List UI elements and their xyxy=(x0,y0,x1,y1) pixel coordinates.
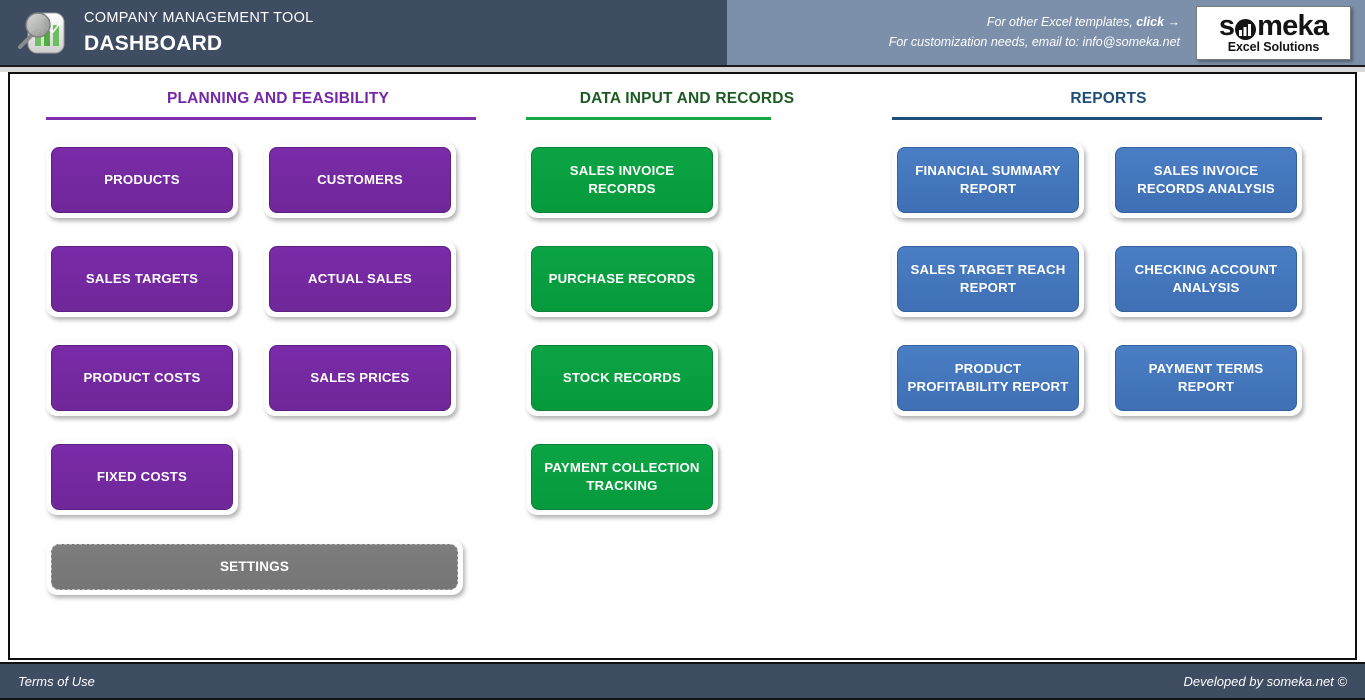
button-products[interactable]: PRODUCTS xyxy=(46,142,238,218)
button-checking-account-analysis-label: CHECKING ACCOUNT ANALYSIS xyxy=(1115,246,1297,312)
promo-text: For other Excel templates, click → For c… xyxy=(889,13,1180,52)
button-financial-summary-report[interactable]: FINANCIAL SUMMARY REPORT xyxy=(892,142,1084,218)
app-footer: Terms of Use Developed by someka.net © xyxy=(0,662,1365,700)
button-purchase-records-label: PURCHASE RECORDS xyxy=(531,246,713,312)
button-customers-label: CUSTOMERS xyxy=(269,147,451,213)
button-sales-invoice-records[interactable]: SALES INVOICE RECORDS xyxy=(526,142,718,218)
bar-chart-inside-letter-o-icon xyxy=(1235,19,1256,40)
button-settings[interactable]: SETTINGS xyxy=(46,539,463,595)
button-row: STOCK RECORDS xyxy=(526,340,848,416)
button-actual-sales[interactable]: ACTUAL SALES xyxy=(264,241,456,317)
button-product-profitability-report-label: PRODUCT PROFITABILITY REPORT xyxy=(897,345,1079,411)
button-row: PURCHASE RECORDS xyxy=(526,241,848,317)
button-payment-collection-tracking[interactable]: PAYMENT COLLECTION TRACKING xyxy=(526,439,718,515)
button-row: PRODUCT COSTS SALES PRICES xyxy=(46,340,510,416)
column-heading-planning: PLANNING AND FEASIBILITY xyxy=(46,90,510,117)
magnifier-bar-chart-icon xyxy=(14,6,68,60)
button-purchase-records[interactable]: PURCHASE RECORDS xyxy=(526,241,718,317)
button-sales-targets-label: SALES TARGETS xyxy=(51,246,233,312)
column-data-input-and-records: DATA INPUT AND RECORDS SALES INVOICE REC… xyxy=(510,90,848,658)
main-panel: PLANNING AND FEASIBILITY PRODUCTS CUSTOM… xyxy=(8,72,1357,660)
button-row: PRODUCTS CUSTOMERS xyxy=(46,142,510,218)
button-sales-prices-label: SALES PRICES xyxy=(269,345,451,411)
header-right-section: For other Excel templates, click → For c… xyxy=(727,0,1365,65)
button-sales-target-reach-report-label: SALES TARGET REACH REPORT xyxy=(897,246,1079,312)
columns-container: PLANNING AND FEASIBILITY PRODUCTS CUSTOM… xyxy=(10,90,1355,658)
column-reports: REPORTS FINANCIAL SUMMARY REPORT SALES I… xyxy=(848,90,1355,658)
footer-credit: Developed by someka.net © xyxy=(1183,674,1347,689)
button-product-costs[interactable]: PRODUCT COSTS xyxy=(46,340,238,416)
button-actual-sales-label: ACTUAL SALES xyxy=(269,246,451,312)
someka-wordmark: s meka xyxy=(1219,12,1328,41)
button-row: FINANCIAL SUMMARY REPORT SALES INVOICE R… xyxy=(892,142,1325,218)
button-sales-targets[interactable]: SALES TARGETS xyxy=(46,241,238,317)
button-row: PRODUCT PROFITABILITY REPORT PAYMENT TER… xyxy=(892,340,1325,416)
button-sales-invoice-records-label: SALES INVOICE RECORDS xyxy=(531,147,713,213)
button-financial-summary-report-label: FINANCIAL SUMMARY REPORT xyxy=(897,147,1079,213)
button-checking-account-analysis[interactable]: CHECKING ACCOUNT ANALYSIS xyxy=(1110,241,1302,317)
button-row: SALES TARGETS ACTUAL SALES xyxy=(46,241,510,317)
app-header: COMPANY MANAGEMENT TOOL DASHBOARD For ot… xyxy=(0,0,1365,67)
button-product-profitability-report[interactable]: PRODUCT PROFITABILITY REPORT xyxy=(892,340,1084,416)
header-left-section: COMPANY MANAGEMENT TOOL DASHBOARD xyxy=(0,0,727,65)
button-fixed-costs[interactable]: FIXED COSTS xyxy=(46,439,238,515)
button-payment-collection-tracking-label: PAYMENT COLLECTION TRACKING xyxy=(531,444,713,510)
button-stock-records[interactable]: STOCK RECORDS xyxy=(526,340,718,416)
someka-name-part1: s xyxy=(1219,12,1234,41)
button-products-label: PRODUCTS xyxy=(51,147,233,213)
header-titles: COMPANY MANAGEMENT TOOL DASHBOARD xyxy=(84,11,314,54)
terms-of-use-link[interactable]: Terms of Use xyxy=(18,674,95,689)
button-row: PAYMENT COLLECTION TRACKING xyxy=(526,439,848,515)
someka-logo[interactable]: s meka Excel Solutions xyxy=(1196,6,1351,60)
button-sales-target-reach-report[interactable]: SALES TARGET REACH REPORT xyxy=(892,241,1084,317)
button-row: SALES INVOICE RECORDS xyxy=(526,142,848,218)
someka-name-part2: meka xyxy=(1257,12,1328,41)
button-stock-records-label: STOCK RECORDS xyxy=(531,345,713,411)
button-customers[interactable]: CUSTOMERS xyxy=(264,142,456,218)
button-row: SALES TARGET REACH REPORT CHECKING ACCOU… xyxy=(892,241,1325,317)
button-sales-invoice-records-analysis[interactable]: SALES INVOICE RECORDS ANALYSIS xyxy=(1110,142,1302,218)
button-settings-label: SETTINGS xyxy=(51,544,458,590)
button-product-costs-label: PRODUCT COSTS xyxy=(51,345,233,411)
someka-tagline: Excel Solutions xyxy=(1228,40,1320,54)
promo-click-link[interactable]: click → xyxy=(1136,15,1180,29)
column-heading-reports: REPORTS xyxy=(892,90,1325,117)
promo-line-1-text: For other Excel templates, xyxy=(987,15,1133,29)
dashboard-page: COMPANY MANAGEMENT TOOL DASHBOARD For ot… xyxy=(0,0,1365,700)
column-planning-and-feasibility: PLANNING AND FEASIBILITY PRODUCTS CUSTOM… xyxy=(10,90,510,658)
column-rule-planning xyxy=(46,117,476,120)
app-subtitle: COMPANY MANAGEMENT TOOL xyxy=(84,11,314,26)
page-title: DASHBOARD xyxy=(84,33,314,54)
button-row: FIXED COSTS xyxy=(46,439,510,515)
promo-line-1: For other Excel templates, click → xyxy=(889,13,1180,32)
column-rule-data-input xyxy=(526,117,771,120)
button-payment-terms-report-label: PAYMENT TERMS REPORT xyxy=(1115,345,1297,411)
button-payment-terms-report[interactable]: PAYMENT TERMS REPORT xyxy=(1110,340,1302,416)
column-heading-data-input: DATA INPUT AND RECORDS xyxy=(526,90,848,117)
button-fixed-costs-label: FIXED COSTS xyxy=(51,444,233,510)
button-sales-invoice-records-analysis-label: SALES INVOICE RECORDS ANALYSIS xyxy=(1115,147,1297,213)
button-sales-prices[interactable]: SALES PRICES xyxy=(264,340,456,416)
promo-line-2: For customization needs, email to: info@… xyxy=(889,33,1180,52)
column-rule-reports xyxy=(892,117,1322,120)
